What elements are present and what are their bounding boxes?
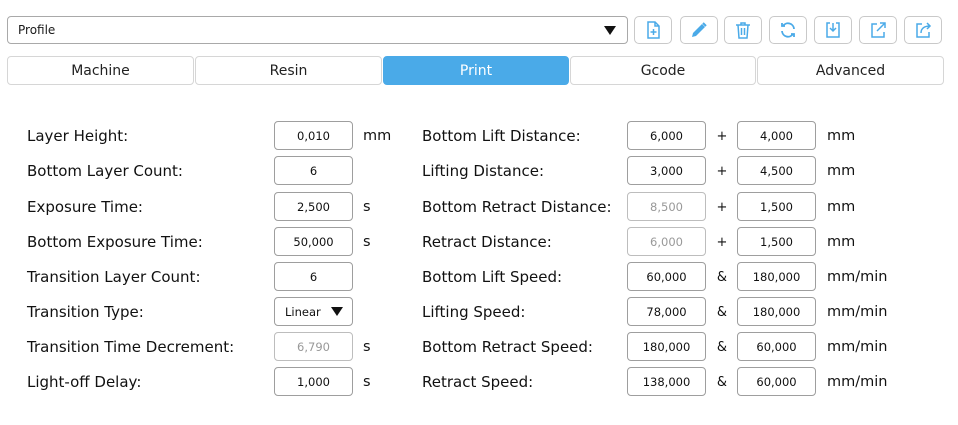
bottom-lift-distance-input-1[interactable]: 6,000 xyxy=(627,121,706,150)
lifting-distance-input-2[interactable]: 4,500 xyxy=(737,156,816,185)
retract-speed-input-2[interactable]: 60,000 xyxy=(737,367,816,396)
bottom-lift-speed-input-1[interactable]: 60,000 xyxy=(627,262,706,291)
bottom-lift-speed-label: Bottom Lift Speed: xyxy=(422,268,563,286)
tab-resin-label: Resin xyxy=(269,62,308,79)
lifting-speed-operator: & xyxy=(716,305,728,320)
bottom-retract-distance-label: Bottom Retract Distance: xyxy=(422,198,612,216)
transition-type-select[interactable]: Linear xyxy=(274,297,353,326)
bottom-retract-speed-unit: mm/min xyxy=(827,339,888,355)
lifting-distance-unit: mm xyxy=(827,163,856,179)
lifting-distance-operator: + xyxy=(716,164,728,179)
transition-layer-count-label: Transition Layer Count: xyxy=(27,268,201,286)
exposure-time-unit: s xyxy=(363,199,371,215)
bottom-exposure-time-unit: s xyxy=(363,234,371,250)
transition-time-decrement-label: Transition Time Decrement: xyxy=(27,338,235,356)
chevron-down-icon xyxy=(331,307,343,316)
bottom-exposure-time-input[interactable]: 50,000 xyxy=(274,227,353,256)
refresh-icon xyxy=(781,22,795,38)
import-icon xyxy=(826,22,840,38)
bottom-exposure-time-label: Bottom Exposure Time: xyxy=(27,233,203,251)
bottom-retract-speed-input-2[interactable]: 60,000 xyxy=(737,332,816,361)
light-off-delay-label: Light-off Delay: xyxy=(27,373,142,391)
bottom-layer-count-input[interactable]: 6 xyxy=(274,156,353,185)
delete-profile-button[interactable] xyxy=(724,16,762,44)
retract-distance-input-2[interactable]: 1,500 xyxy=(737,227,816,256)
transition-type-value: Linear xyxy=(285,304,321,319)
tab-machine-label: Machine xyxy=(71,62,130,79)
lifting-speed-input-1[interactable]: 78,000 xyxy=(627,297,706,326)
tab-print-label: Print xyxy=(459,62,493,79)
bottom-retract-speed-input-1[interactable]: 180,000 xyxy=(627,332,706,361)
transition-layer-count-input[interactable]: 6 xyxy=(274,262,353,291)
bottom-retract-distance-operator: + xyxy=(716,200,728,215)
retract-speed-operator: & xyxy=(716,375,728,390)
bottom-retract-distance-input-1: 8,500 xyxy=(627,192,706,221)
retract-distance-unit: mm xyxy=(827,234,856,250)
bottom-retract-distance-input-2[interactable]: 1,500 xyxy=(737,192,816,221)
bottom-lift-speed-input-2[interactable]: 180,000 xyxy=(737,262,816,291)
tab-advanced[interactable]: Advanced xyxy=(757,56,944,85)
transition-time-decrement-input: 6,790 xyxy=(274,332,353,361)
light-off-delay-input[interactable]: 1,000 xyxy=(274,367,353,396)
new-file-icon xyxy=(647,21,660,39)
profile-select[interactable]: Profile xyxy=(7,16,628,44)
bottom-lift-distance-input-2[interactable]: 4,000 xyxy=(737,121,816,150)
exposure-time-input[interactable]: 2,500 xyxy=(274,192,353,221)
pencil-icon xyxy=(692,22,707,37)
transition-time-decrement-unit: s xyxy=(363,339,371,355)
retract-distance-operator: + xyxy=(716,235,728,250)
bottom-retract-distance-unit: mm xyxy=(827,199,856,215)
new-profile-button[interactable] xyxy=(634,16,672,44)
lifting-speed-unit: mm/min xyxy=(827,304,888,320)
retract-speed-unit: mm/min xyxy=(827,374,888,390)
tab-resin[interactable]: Resin xyxy=(195,56,382,85)
bottom-lift-speed-operator: & xyxy=(716,270,728,285)
layer-height-input[interactable]: 0,010 xyxy=(274,121,353,150)
tab-gcode[interactable]: Gcode xyxy=(570,56,756,85)
bottom-lift-distance-operator: + xyxy=(716,129,728,144)
retract-speed-input-1[interactable]: 138,000 xyxy=(627,367,706,396)
retract-distance-input-1: 6,000 xyxy=(627,227,706,256)
bottom-lift-distance-label: Bottom Lift Distance: xyxy=(422,127,581,145)
bottom-lift-speed-unit: mm/min xyxy=(827,269,888,285)
layer-height-unit: mm xyxy=(363,128,392,144)
trash-icon xyxy=(736,22,750,39)
tab-advanced-label: Advanced xyxy=(815,62,886,79)
bottom-layer-count-label: Bottom Layer Count: xyxy=(27,162,183,180)
tab-machine[interactable]: Machine xyxy=(7,56,194,85)
lifting-speed-label: Lifting Speed: xyxy=(422,303,526,321)
export-profile-button[interactable] xyxy=(859,16,897,44)
export-icon xyxy=(871,22,886,38)
tab-print[interactable]: Print xyxy=(383,56,569,85)
lifting-distance-label: Lifting Distance: xyxy=(422,162,545,180)
bottom-retract-speed-operator: & xyxy=(716,340,728,355)
export-profile-to-printer-button[interactable] xyxy=(904,16,942,44)
retract-speed-label: Retract Speed: xyxy=(422,373,534,391)
profile-select-value: Profile xyxy=(18,23,56,37)
import-profile-button[interactable] xyxy=(814,16,852,44)
exposure-time-label: Exposure Time: xyxy=(27,198,143,216)
lifting-distance-input-1[interactable]: 3,000 xyxy=(627,156,706,185)
chevron-down-icon xyxy=(604,25,616,35)
lifting-speed-input-2[interactable]: 180,000 xyxy=(737,297,816,326)
refresh-profiles-button[interactable] xyxy=(769,16,807,44)
light-off-delay-unit: s xyxy=(363,374,371,390)
bottom-lift-distance-unit: mm xyxy=(827,128,856,144)
tab-gcode-label: Gcode xyxy=(640,62,686,79)
edit-profile-button[interactable] xyxy=(680,16,718,44)
bottom-retract-speed-label: Bottom Retract Speed: xyxy=(422,338,593,356)
transition-type-label: Transition Type: xyxy=(27,303,144,321)
layer-height-label: Layer Height: xyxy=(27,127,129,145)
retract-distance-label: Retract Distance: xyxy=(422,233,552,251)
share-icon xyxy=(916,22,932,38)
